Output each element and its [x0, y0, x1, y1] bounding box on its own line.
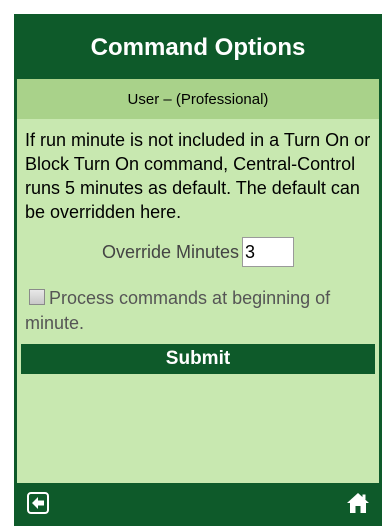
- command-options-panel: Command Options User – (Professional) If…: [14, 14, 382, 526]
- home-button[interactable]: [345, 490, 371, 516]
- description-text: If run minute is not included in a Turn …: [25, 130, 371, 222]
- user-subtitle: User – (Professional): [17, 79, 379, 119]
- home-icon: [347, 493, 369, 513]
- page-title: Command Options: [17, 17, 379, 79]
- process-commands-checkbox[interactable]: [29, 289, 45, 305]
- back-arrow-icon: [27, 492, 49, 514]
- submit-button[interactable]: Submit: [21, 344, 375, 374]
- bottom-nav-bar: [17, 483, 379, 523]
- override-minutes-row: Override Minutes: [17, 234, 379, 270]
- override-minutes-input[interactable]: [242, 237, 295, 267]
- back-button[interactable]: [25, 490, 51, 516]
- override-minutes-label: Override Minutes: [101, 241, 240, 262]
- process-commands-label: Process commands at beginning of minute.: [25, 288, 331, 333]
- process-commands-option: Process commands at beginning of minute.: [17, 270, 379, 336]
